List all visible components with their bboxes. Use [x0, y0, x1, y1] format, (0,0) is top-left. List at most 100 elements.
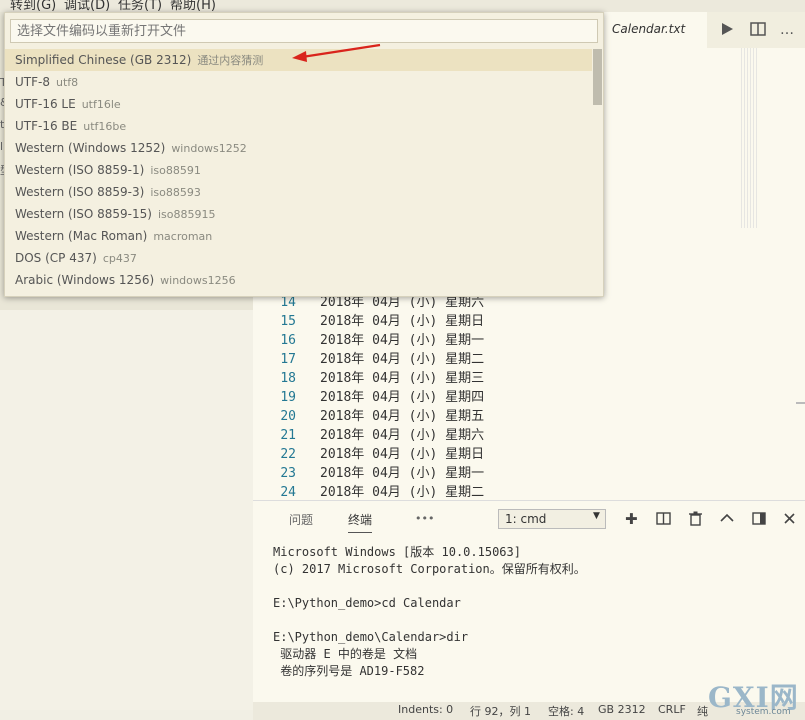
split-editor-icon[interactable]	[750, 22, 766, 36]
encoding-option[interactable]: Western (ISO 8859-3) iso88593	[5, 181, 592, 203]
encoding-option-label: UTF-16 BE	[15, 119, 78, 133]
menu-help[interactable]: 帮助(H)	[170, 0, 216, 12]
encoding-option-description: utf16le	[81, 98, 121, 111]
menu-tasks[interactable]: 任务(T)	[118, 0, 162, 12]
status-eol[interactable]: CRLF	[658, 703, 686, 716]
line-text: 2018年 04月 (小) 星期二	[320, 485, 485, 500]
line-number: 20	[280, 409, 296, 424]
line-number: 15	[280, 314, 296, 329]
encoding-option[interactable]: Arabic (Windows 1256) windows1256	[5, 269, 592, 291]
encoding-option-description: windows1256	[160, 274, 236, 287]
encoding-option[interactable]: Western (Mac Roman) macroman	[5, 225, 592, 247]
line-text: 2018年 04月 (小) 星期一	[320, 466, 485, 481]
watermark-subtext: system.com	[736, 707, 791, 717]
terminal-line: E:\Python_demo\Calendar>dir	[273, 630, 469, 644]
editor-tab-label[interactable]: Calendar.txt	[612, 22, 685, 36]
more-actions-icon[interactable]: …	[780, 22, 794, 38]
terminal-select[interactable]: 1: cmd	[498, 509, 606, 529]
line-number: 23	[280, 466, 296, 481]
encoding-option-label: Western (Mac Roman)	[15, 229, 148, 243]
encoding-option-description: 通过内容猜测	[197, 54, 264, 67]
encoding-option-description: iso88591	[150, 164, 201, 177]
encoding-option[interactable]: DOS (CP 437) cp437	[5, 247, 592, 269]
line-number: 19	[280, 390, 296, 405]
add-terminal-icon[interactable]: ✚	[625, 510, 638, 528]
encoding-option-description: utf16be	[83, 120, 127, 133]
terminal-line: E:\Python_demo>cd Calendar	[273, 596, 461, 610]
quick-pick-scrollbar[interactable]	[593, 49, 602, 105]
status-spaces[interactable]: 空格: 4	[548, 703, 584, 719]
line-text: 2018年 04月 (小) 星期三	[320, 371, 485, 386]
code-line[interactable]: 23 2018年 04月 (小) 星期一	[270, 464, 484, 483]
encoding-option[interactable]: Western (Windows 1252) windows1252	[5, 137, 592, 159]
encoding-option-description: iso885915	[157, 208, 216, 221]
chevron-down-icon[interactable]: ▼	[593, 511, 600, 521]
encoding-option[interactable]: UTF-8 utf8	[5, 71, 592, 93]
chevron-up-icon[interactable]	[720, 513, 734, 523]
code-line[interactable]: 20 2018年 04月 (小) 星期五	[270, 407, 484, 426]
watermark-logo: GXI网 system.com	[706, 676, 805, 720]
status-indents[interactable]: Indents: 0	[398, 703, 453, 716]
line-number: 21	[280, 428, 296, 443]
status-cursor-position[interactable]: 行 92，列 1	[470, 703, 531, 719]
minimap[interactable]	[741, 48, 757, 228]
tab-problems[interactable]: 问题	[289, 511, 313, 528]
code-line[interactable]: 18 2018年 04月 (小) 星期三	[270, 369, 484, 388]
terminal-line: 驱动器 E 中的卷是 文档	[273, 647, 418, 661]
code-line[interactable]: 15 2018年 04月 (小) 星期日	[270, 312, 484, 331]
code-line[interactable]: 22 2018年 04月 (小) 星期日	[270, 445, 484, 464]
panel-more-icon[interactable]: •••	[415, 512, 434, 525]
encoding-option-description: iso88593	[150, 186, 201, 199]
code-line[interactable]: 17 2018年 04月 (小) 星期二	[270, 350, 484, 369]
terminal-line: Microsoft Windows [版本 10.0.15063]	[273, 545, 521, 559]
menu-bar: 转到(G) 调试(D) 任务(T) 帮助(H)	[0, 0, 805, 12]
scrollbar-marker	[796, 402, 805, 404]
terminal-line: (c) 2017 Microsoft Corporation。保留所有权利。	[273, 562, 586, 576]
encoding-option-label: Western (ISO 8859-1)	[15, 163, 145, 177]
line-number: 17	[280, 352, 296, 367]
line-text: 2018年 04月 (小) 星期四	[320, 390, 485, 405]
encoding-option[interactable]: Western (ISO 8859-1) iso88591	[5, 159, 592, 181]
toggle-panel-icon[interactable]	[752, 512, 766, 525]
encoding-option-label: Arabic (Windows 1256)	[15, 273, 155, 287]
line-text: 2018年 04月 (小) 星期一	[320, 333, 485, 348]
sidebar-lower-pane	[0, 310, 253, 710]
line-text: 2018年 04月 (小) 星期六	[320, 428, 485, 443]
annotation-arrow-icon	[292, 43, 381, 62]
encoding-option-label: Western (ISO 8859-15)	[15, 207, 152, 221]
line-number: 18	[280, 371, 296, 386]
line-number: 22	[280, 447, 296, 462]
encoding-option-label: Western (Windows 1252)	[15, 141, 166, 155]
split-terminal-icon[interactable]	[656, 512, 671, 525]
encoding-option[interactable]: UTF-16 LE utf16le	[5, 93, 592, 115]
encoding-option-description: cp437	[102, 252, 137, 265]
trash-icon[interactable]	[689, 511, 702, 526]
line-text: 2018年 04月 (小) 星期五	[320, 409, 485, 424]
line-text: 2018年 04月 (小) 星期日	[320, 447, 485, 462]
status-encoding[interactable]: GB 2312	[598, 703, 646, 716]
tab-terminal[interactable]: 终端	[348, 511, 373, 533]
close-icon[interactable]	[784, 513, 795, 524]
line-text: 2018年 04月 (小) 星期六	[320, 295, 485, 310]
line-text: 2018年 04月 (小) 星期日	[320, 314, 485, 329]
encoding-option-label: UTF-16 LE	[15, 97, 76, 111]
sidebar-fragment: l	[0, 140, 4, 153]
encoding-option-description: utf8	[55, 76, 79, 89]
encoding-option[interactable]: UTF-16 BE utf16be	[5, 115, 592, 137]
encoding-option-label: DOS (CP 437)	[15, 251, 97, 265]
encoding-option-description: windows1252	[171, 142, 247, 155]
run-icon[interactable]	[720, 22, 734, 36]
line-number: 16	[280, 333, 296, 348]
encoding-option-label: Simplified Chinese (GB 2312)	[15, 53, 192, 67]
terminal-line: 卷的序列号是 AD19-F582	[273, 664, 425, 678]
code-line[interactable]: 21 2018年 04月 (小) 星期六	[270, 426, 484, 445]
code-line[interactable]: 19 2018年 04月 (小) 星期四	[270, 388, 484, 407]
encoding-option-label: UTF-8	[15, 75, 50, 89]
encoding-option-label: Western (ISO 8859-3)	[15, 185, 145, 199]
menu-debug[interactable]: 调试(D)	[64, 0, 110, 12]
code-line[interactable]: 16 2018年 04月 (小) 星期一	[270, 331, 484, 350]
line-text: 2018年 04月 (小) 星期二	[320, 352, 485, 367]
encoding-option-description: macroman	[153, 230, 213, 243]
menu-goto[interactable]: 转到(G)	[10, 0, 56, 12]
encoding-option[interactable]: Western (ISO 8859-15) iso885915	[5, 203, 592, 225]
